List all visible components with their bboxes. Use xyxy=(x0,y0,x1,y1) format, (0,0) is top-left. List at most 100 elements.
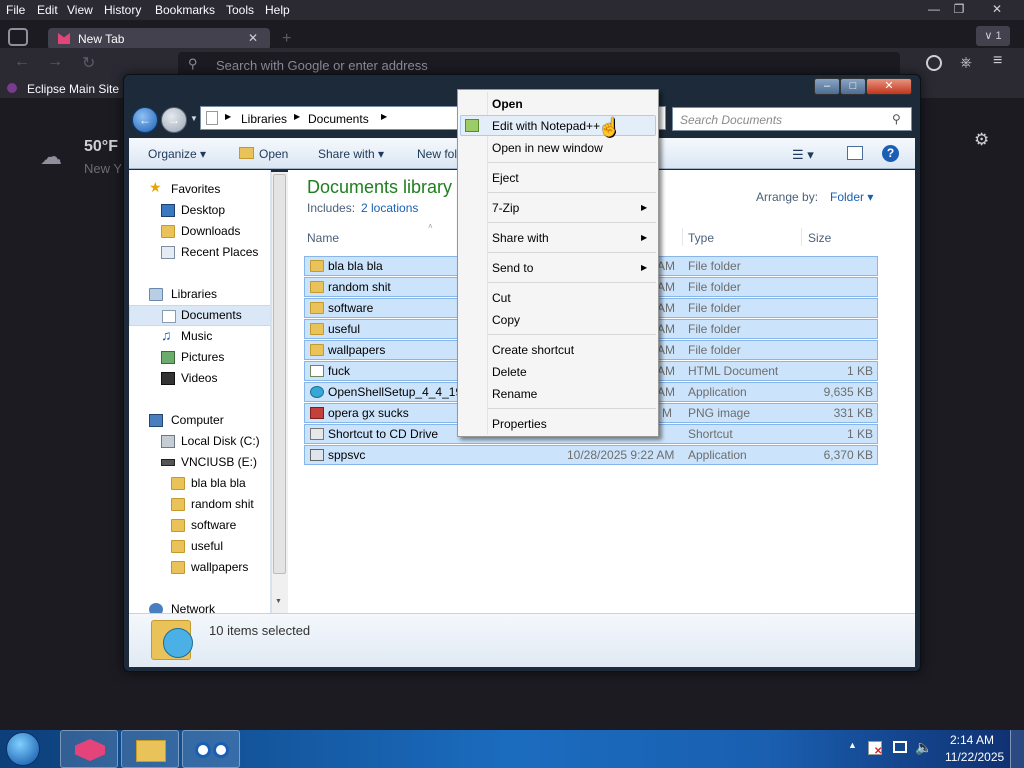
extensions-icon[interactable]: ⎈ xyxy=(960,54,972,71)
column-type-header[interactable]: Type xyxy=(688,231,714,245)
file-size: 1 KB xyxy=(846,427,873,441)
back-arrow-icon[interactable]: ← xyxy=(14,53,30,71)
recent-pages-chevron-icon[interactable]: ▼ xyxy=(190,114,198,123)
new-tab-plus-icon[interactable]: + xyxy=(282,30,291,48)
explorer-app-icon xyxy=(136,740,166,762)
table-row[interactable]: sppsvc 10/28/2025 9:22 AM Application 6,370… xyxy=(304,445,878,465)
volume-muted-icon[interactable]: 🔈 xyxy=(915,739,932,756)
menu-item-cut[interactable]: Cut xyxy=(492,291,511,305)
firefox-view-icon[interactable] xyxy=(8,28,28,46)
nav-pictures[interactable]: Pictures xyxy=(129,347,270,368)
gear-icon[interactable]: ⚙ xyxy=(974,130,989,150)
tab-list-button[interactable]: ∨ 1 xyxy=(976,26,1010,46)
nav-pane-scrollbar[interactable]: ▼ xyxy=(271,172,288,613)
nav-usb-folder[interactable]: software xyxy=(129,515,270,536)
nav-local-disk[interactable]: Local Disk (C:) xyxy=(129,431,270,452)
nav-local-disk-label: Local Disk (C:) xyxy=(181,434,260,448)
menu-view[interactable]: View xyxy=(67,3,93,17)
scroll-down-arrow-icon[interactable]: ▼ xyxy=(275,598,282,605)
menu-item-share-with[interactable]: Share with ▶ xyxy=(492,231,647,245)
menu-item-delete[interactable]: Delete xyxy=(492,365,527,379)
menu-item-copy[interactable]: Copy xyxy=(492,313,520,327)
menu-item-7zip[interactable]: 7-Zip ▶ xyxy=(492,201,647,215)
tab-close-icon[interactable]: ✕ xyxy=(248,31,258,45)
help-icon[interactable]: ? xyxy=(882,145,899,162)
explorer-forward-icon[interactable]: → xyxy=(161,107,187,133)
network-tray-icon[interactable] xyxy=(893,741,907,753)
menu-item-properties[interactable]: Properties xyxy=(492,417,547,431)
menu-tools[interactable]: Tools xyxy=(226,3,254,17)
menu-item-create-shortcut[interactable]: Create shortcut xyxy=(492,343,574,357)
menu-item-eject[interactable]: Eject xyxy=(492,171,519,185)
folder-icon xyxy=(310,302,324,314)
start-orb-icon[interactable] xyxy=(6,732,40,766)
nav-network[interactable]: Network xyxy=(129,599,270,613)
tab-new-tab[interactable]: New Tab ✕ xyxy=(48,28,270,50)
nav-desktop[interactable]: Desktop xyxy=(129,200,270,221)
breadcrumb-documents[interactable]: Documents xyxy=(308,112,369,126)
preview-pane-icon[interactable] xyxy=(847,146,863,160)
menu-edit[interactable]: Edit xyxy=(37,3,58,17)
menu-help[interactable]: Help xyxy=(265,3,290,17)
nav-usb-folder[interactable]: bla bla bla xyxy=(129,473,270,494)
browser-restore-icon[interactable]: ❐ xyxy=(946,0,972,18)
forward-arrow-icon[interactable]: → xyxy=(47,53,63,71)
column-size-header[interactable]: Size xyxy=(808,231,831,245)
nav-music[interactable]: ♫ Music xyxy=(129,326,270,347)
includes-locations-link[interactable]: 2 locations xyxy=(361,201,418,215)
share-with-button[interactable]: Share with ▾ xyxy=(318,147,384,161)
clock-time[interactable]: 2:14 AM xyxy=(950,733,994,747)
taskbar-vnc-button[interactable] xyxy=(182,730,240,768)
menu-history[interactable]: History xyxy=(104,3,141,17)
nav-downloads[interactable]: Downloads xyxy=(129,221,270,242)
show-desktop-button[interactable] xyxy=(1010,730,1024,768)
menu-item-open-new-window[interactable]: Open in new window xyxy=(492,141,603,155)
breadcrumb-libraries[interactable]: Libraries xyxy=(241,112,287,126)
nav-pane-scroll-thumb[interactable] xyxy=(273,174,286,574)
arrange-by-dropdown[interactable]: Folder ▾ xyxy=(830,190,873,204)
menu-item-edit-notepad[interactable]: Edit with Notepad++ xyxy=(492,119,600,133)
column-name-header[interactable]: Name xyxy=(307,231,339,245)
bookmark-eclipse[interactable]: Eclipse Main Site xyxy=(27,82,119,96)
window-maximize-icon[interactable]: □ xyxy=(840,78,866,95)
hamburger-menu-icon[interactable]: ≡ xyxy=(993,52,1002,70)
view-options-icon[interactable]: ☰ ▾ xyxy=(792,147,814,163)
tray-expand-icon[interactable]: ▲ xyxy=(848,740,857,750)
search-magnifier-icon[interactable]: ⚲ xyxy=(892,112,901,126)
organize-button[interactable]: Organize ▾ xyxy=(148,147,206,161)
taskbar-explorer-button[interactable] xyxy=(121,730,179,768)
nav-computer[interactable]: Computer xyxy=(129,410,270,431)
search-documents-input[interactable]: Search Documents ⚲ xyxy=(672,107,912,131)
nav-recent-places[interactable]: Recent Places xyxy=(129,242,270,263)
nav-videos[interactable]: Videos xyxy=(129,368,270,389)
open-button[interactable]: Open xyxy=(259,147,288,161)
file-name: wallpapers xyxy=(328,343,386,357)
taskbar-browser-button[interactable] xyxy=(60,730,118,768)
menu-item-open[interactable]: Open xyxy=(492,97,523,111)
nav-libraries[interactable]: Libraries xyxy=(129,284,270,305)
menu-bookmarks[interactable]: Bookmarks xyxy=(155,3,215,17)
window-close-icon[interactable]: ✕ xyxy=(866,78,912,95)
nav-favorites[interactable]: ★ Favorites xyxy=(129,179,270,200)
clock-date[interactable]: 11/22/2025 xyxy=(945,750,1004,764)
nav-usb-drive[interactable]: VNCIUSB (E:) xyxy=(129,452,270,473)
breadcrumb-arrow-icon[interactable]: ▶ xyxy=(294,112,300,121)
nav-usb-folder[interactable]: wallpapers xyxy=(129,557,270,578)
reload-icon[interactable]: ↻ xyxy=(82,53,95,73)
browser-minimize-icon[interactable]: — xyxy=(921,0,947,18)
nav-usb-folder[interactable]: random shit xyxy=(129,494,270,515)
menu-file[interactable]: File xyxy=(6,3,25,17)
account-icon[interactable] xyxy=(926,55,942,71)
menu-item-rename[interactable]: Rename xyxy=(492,387,537,401)
window-minimize-icon[interactable]: – xyxy=(814,78,840,95)
tab-favicon-icon xyxy=(58,33,70,44)
nav-usb-folder[interactable]: useful xyxy=(129,536,270,557)
explorer-back-icon[interactable]: ← xyxy=(132,107,158,133)
menu-item-7zip-label: 7-Zip xyxy=(492,201,520,215)
nav-documents-selected[interactable]: Documents xyxy=(129,305,270,326)
browser-close-icon[interactable]: ✕ xyxy=(984,0,1010,18)
breadcrumb-arrow-icon[interactable]: ▶ xyxy=(381,112,387,121)
file-date: AM xyxy=(657,364,675,378)
menu-item-send-to[interactable]: Send to ▶ xyxy=(492,261,647,275)
new-folder-button[interactable]: New fol xyxy=(417,147,457,161)
